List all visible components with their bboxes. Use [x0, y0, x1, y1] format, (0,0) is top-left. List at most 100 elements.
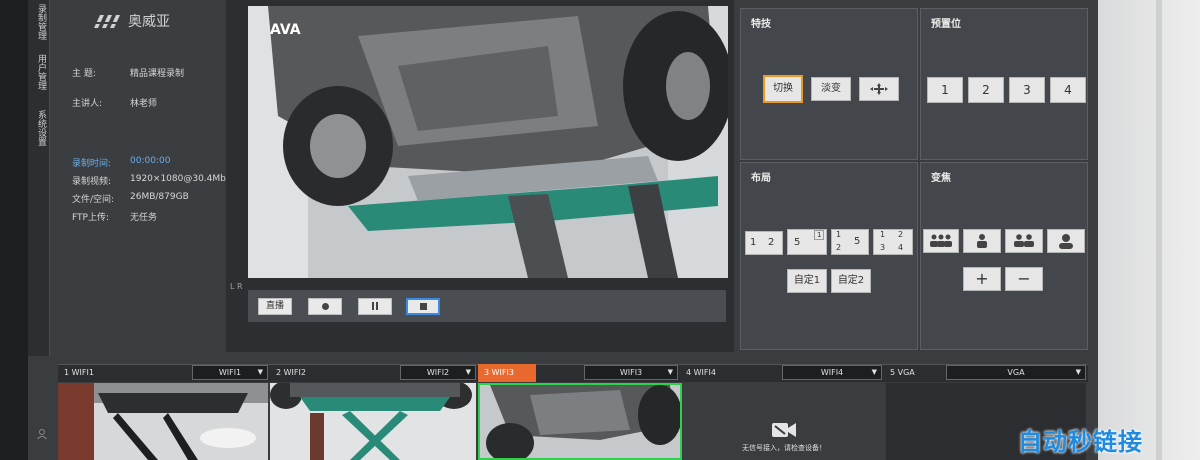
- user-icon[interactable]: [36, 428, 48, 440]
- rec-time-value: 00:00:00: [130, 156, 171, 166]
- layout-cell: 4: [898, 243, 904, 252]
- group-people-icon: [930, 234, 952, 247]
- speaker-value: 林老师: [130, 99, 158, 109]
- source-select-5[interactable]: VGA ▼: [946, 365, 1086, 380]
- ftp-value: 无任务: [130, 213, 158, 223]
- source-select-value: WIFI1: [218, 368, 242, 377]
- preset-4-button[interactable]: 4: [1050, 77, 1086, 103]
- source-select-4[interactable]: WIFI4 ▼: [782, 365, 882, 380]
- preset-3-button[interactable]: 3: [1009, 77, 1045, 103]
- two-shot-button[interactable]: [1005, 229, 1043, 253]
- live-button[interactable]: 直播: [258, 298, 292, 315]
- transition-move-button[interactable]: [859, 77, 899, 101]
- medium-shot-button[interactable]: [963, 229, 1001, 253]
- video-camera-icon: [772, 423, 796, 437]
- layout-dual-button[interactable]: 1 2: [745, 231, 783, 255]
- bezel-edge: [1156, 0, 1162, 460]
- brand-name: 奥威亚: [128, 14, 170, 30]
- rec-video-value: 1920×1080@30.4Mbps: [130, 174, 237, 184]
- topic-label: 主 题:: [72, 69, 96, 79]
- layout-pip-button[interactable]: 5 1: [787, 229, 827, 255]
- fade-button[interactable]: 淡变: [811, 77, 851, 101]
- source-no-signal-4[interactable]: 无信号接入，请检查设备！: [684, 383, 884, 460]
- layout-quad-button[interactable]: 1 2 3 4: [873, 229, 913, 255]
- svg-text:AVA: AVA: [270, 22, 301, 38]
- layout-cell: 5: [794, 237, 801, 248]
- presets-title: 预置位: [931, 19, 961, 30]
- record-button[interactable]: [308, 298, 342, 315]
- preset-2-button[interactable]: 2: [968, 77, 1004, 103]
- source-thumbnail-2[interactable]: [270, 383, 476, 460]
- dropdown-arrow-icon: ▼: [1075, 368, 1081, 376]
- source-select-value: WIFI2: [426, 368, 450, 377]
- zoom-out-button[interactable]: −: [1005, 267, 1043, 291]
- layout-cell: 1: [814, 230, 825, 240]
- layout-cell: 3: [880, 243, 886, 252]
- sidebar-item-recording[interactable]: 录制管理: [32, 4, 46, 40]
- source-select-1[interactable]: WIFI1 ▼: [192, 365, 268, 380]
- underbody-frame: [480, 385, 680, 458]
- move-arrows-icon: [870, 83, 888, 95]
- brand-mark-icon: [94, 15, 120, 28]
- medium-person-icon: [977, 234, 987, 248]
- effects-title: 特技: [751, 19, 771, 30]
- recording-console-screen: 录制管理 用户管理 系统设置 奥威亚 主 题: 精品课程录制 主讲人: 林老师 …: [0, 0, 1200, 460]
- main-video-preview[interactable]: AVA: [248, 6, 728, 278]
- no-signal-message: 无信号接入，请检查设备！: [742, 444, 826, 452]
- recording-info-panel: 奥威亚 主 题: 精品课程录制 主讲人: 林老师 录制时间: 00:00:00 …: [50, 0, 236, 356]
- sidebar-item-settings[interactable]: 系统设置: [32, 110, 46, 146]
- dropdown-arrow-icon: ▼: [871, 368, 877, 376]
- zoom-in-button[interactable]: +: [963, 267, 1001, 291]
- effects-panel: 特技 切换 淡变: [740, 8, 918, 160]
- file-space-value: 26MB/879GB: [130, 192, 189, 202]
- sidebar: 录制管理 用户管理 系统设置: [28, 0, 50, 356]
- zoom-panel: 变焦 + −: [920, 162, 1088, 350]
- source-tab-5[interactable]: 5 VGA: [884, 364, 944, 382]
- ftp-label: FTP上传:: [72, 213, 109, 223]
- audio-lr-label: L R: [230, 282, 243, 291]
- dropdown-arrow-icon: ▼: [667, 368, 673, 376]
- source-select-3[interactable]: WIFI3 ▼: [584, 365, 678, 380]
- speaker-label: 主讲人:: [72, 99, 103, 109]
- monitor-bezel-right: [1098, 0, 1200, 460]
- close-up-person-icon: [1059, 234, 1073, 249]
- layout-cell: 1: [880, 230, 886, 239]
- pause-button[interactable]: [358, 298, 392, 315]
- preset-1-button[interactable]: 1: [927, 77, 963, 103]
- layout-cell: 5: [854, 236, 861, 247]
- brand-logo: 奥威亚: [92, 10, 192, 32]
- switch-button[interactable]: 切换: [763, 75, 803, 103]
- source-tab-3[interactable]: 3 WIFI3: [478, 364, 536, 382]
- source-select-2[interactable]: WIFI2 ▼: [400, 365, 476, 380]
- source-tab-2[interactable]: 2 WIFI2: [270, 364, 400, 382]
- stop-button[interactable]: [406, 298, 440, 315]
- source-thumbnail-3[interactable]: [478, 383, 682, 460]
- layout-cell: 2: [768, 237, 775, 248]
- source-select-value: WIFI4: [820, 368, 844, 377]
- monitor-bezel-left: [0, 0, 28, 460]
- dropdown-arrow-icon: ▼: [465, 368, 471, 376]
- layout-panel: 布局 1 2 5 1 1 2 5 1 2 3 4 自定1 自定2: [740, 162, 918, 350]
- pause-icon: [372, 302, 378, 310]
- layout-three-button[interactable]: 1 2 5: [831, 229, 869, 255]
- watermark: 自动秒链接: [1018, 428, 1143, 456]
- close-up-button[interactable]: [1047, 229, 1085, 253]
- group-shot-button[interactable]: [923, 229, 959, 253]
- custom-layout-2-button[interactable]: 自定2: [831, 269, 871, 293]
- source-tab-4[interactable]: 4 WIFI4: [680, 364, 790, 382]
- source-select-value: VGA: [1007, 368, 1025, 377]
- sidebar-item-users[interactable]: 用户管理: [32, 54, 46, 90]
- preview-control-bar: 直播: [248, 290, 726, 322]
- car-underbody-video-frame: AVA: [248, 6, 728, 278]
- presets-panel: 预置位 1 2 3 4: [920, 8, 1088, 160]
- zoom-title: 变焦: [931, 173, 951, 184]
- layout-cell: 1: [750, 237, 757, 248]
- custom-layout-1-button[interactable]: 自定1: [787, 269, 827, 293]
- garage-lift-frame: [58, 383, 268, 460]
- layout-cell: 2: [898, 230, 904, 239]
- two-people-icon: [1014, 234, 1034, 247]
- source-tab-1[interactable]: 1 WIFI1: [58, 364, 188, 382]
- topic-value: 精品课程录制: [130, 69, 185, 79]
- record-icon: [321, 303, 329, 310]
- source-thumbnail-1[interactable]: [58, 383, 268, 460]
